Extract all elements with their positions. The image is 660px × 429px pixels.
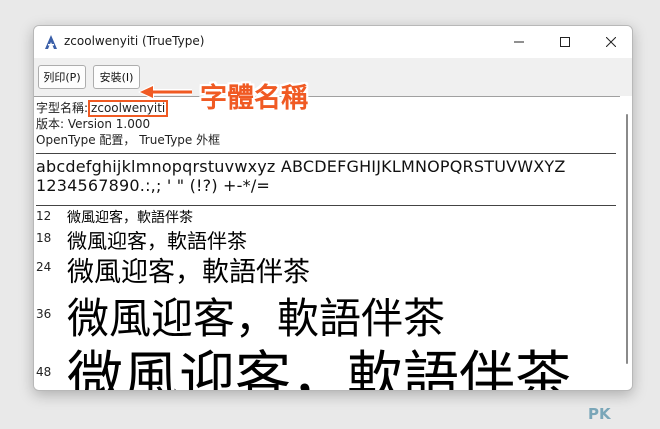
divider [36, 153, 616, 154]
font-preview-pane[interactable]: 字型名稱: zcoolwenyiti 版本: Version 1.000 Open… [34, 96, 620, 391]
size-label: 48 [36, 365, 52, 379]
size-label: 18 [36, 231, 52, 245]
size-label: 36 [36, 307, 52, 321]
scrollbar-thumb[interactable] [626, 114, 628, 364]
window-title: zcoolwenyiti (TrueType) [64, 34, 205, 48]
sample-text: 微風迎客，軟語伴茶 [67, 257, 310, 288]
toolbar: 列印(P) 安裝(I) [34, 58, 632, 94]
sample-text: 微風迎客，軟語伴茶 [67, 210, 193, 226]
font-name-value: zcoolwenyiti [88, 100, 169, 117]
sample-text: 微風迎客，軟語伴茶 [67, 346, 571, 391]
font-name-label: 字型名稱: [36, 101, 89, 115]
font-app-icon [45, 35, 57, 49]
alphabet-sample: abcdefghijklmnopqrstuvwxyz ABCDEFGHIJKLM… [36, 157, 566, 195]
minimize-button[interactable] [496, 26, 542, 58]
font-name-line: 字型名稱: zcoolwenyiti [36, 100, 220, 117]
close-button[interactable] [588, 26, 632, 58]
maximize-button[interactable] [542, 26, 588, 58]
opentype-line: OpenType 配置， TrueType 外框 [36, 133, 221, 147]
annotation-label: 字體名稱 [200, 83, 308, 114]
version-line: 版本: Version 1.000 [36, 117, 151, 131]
print-button[interactable]: 列印(P) [38, 65, 86, 89]
watermark-logo: PK [588, 405, 611, 423]
close-icon [606, 37, 616, 47]
minimize-icon [514, 41, 524, 43]
font-viewer-window: zcoolwenyiti (TrueType) 列印(P) 安裝(I) 字型名稱… [33, 25, 633, 391]
title-bar[interactable]: zcoolwenyiti (TrueType) [34, 26, 632, 58]
font-info: 字型名稱: zcoolwenyiti 版本: Version 1.000 Open… [36, 100, 220, 148]
alphabet-line-letters: abcdefghijklmnopqrstuvwxyz ABCDEFGHIJKLM… [36, 157, 566, 176]
alphabet-line-digits: 1234567890.:,; ' " (!?) +-*/= [36, 176, 271, 195]
divider [36, 205, 616, 206]
size-label: 24 [36, 260, 52, 274]
vertical-scrollbar[interactable] [620, 96, 632, 390]
maximize-icon [560, 37, 570, 47]
annotation-arrow-icon [138, 84, 192, 100]
size-label: 12 [36, 209, 52, 223]
install-button[interactable]: 安裝(I) [93, 65, 140, 89]
